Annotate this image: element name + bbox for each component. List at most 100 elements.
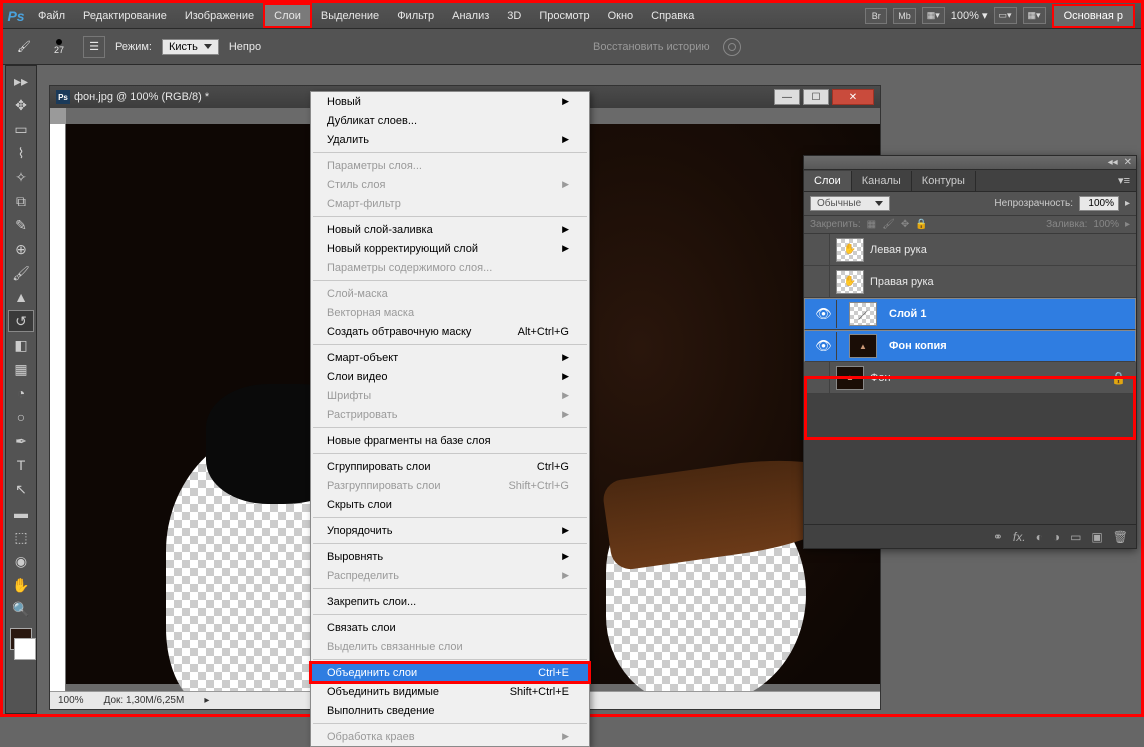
bridge-button[interactable]: Br — [865, 8, 887, 24]
menu-window[interactable]: Окно — [599, 3, 643, 28]
move-tool[interactable]: ✥ — [8, 94, 34, 116]
menu-help[interactable]: Справка — [642, 3, 703, 28]
extras-button[interactable]: ▦▾ — [1023, 7, 1046, 24]
layer-row[interactable]: 👁▲Фон копия — [804, 330, 1136, 362]
stamp-tool[interactable]: ▲ — [8, 286, 34, 308]
tab-paths[interactable]: Контуры — [912, 171, 976, 191]
shape-tool[interactable]: ▬ — [8, 502, 34, 524]
hand-tool[interactable]: ✋ — [8, 574, 34, 596]
fx-icon[interactable]: fx. — [1013, 530, 1026, 544]
menu-select[interactable]: Выделение — [312, 3, 388, 28]
panel-menu-icon[interactable]: ▾≡ — [1112, 170, 1136, 191]
delete-layer-icon[interactable]: 🗑 — [1113, 530, 1128, 544]
menu-3d[interactable]: 3D — [498, 3, 530, 28]
menu-item[interactable]: Новые фрагменты на базе слоя — [311, 431, 589, 450]
menu-item[interactable]: Новый корректирующий слой▶ — [311, 239, 589, 258]
maximize-button[interactable]: ☐ — [803, 89, 829, 105]
menu-layers[interactable]: Слои — [263, 3, 312, 28]
tab-channels[interactable]: Каналы — [852, 171, 912, 191]
lasso-tool[interactable]: ⌇ — [8, 142, 34, 164]
layer-row[interactable]: ▲Фон🔒 — [804, 362, 1136, 394]
menu-item[interactable]: Смарт-объект▶ — [311, 348, 589, 367]
visibility-toggle[interactable] — [804, 234, 830, 265]
menu-item[interactable]: Связать слои — [311, 618, 589, 637]
minimize-button[interactable]: — — [774, 89, 800, 105]
menu-view[interactable]: Просмотр — [530, 3, 598, 28]
tool-preset-icon[interactable]: 🖌 — [13, 36, 35, 58]
brush-panel-toggle[interactable]: ☰ — [83, 36, 105, 58]
menu-item[interactable]: Слои видео▶ — [311, 367, 589, 386]
status-zoom[interactable]: 100% — [58, 695, 84, 706]
heal-tool[interactable]: ⊕ — [8, 238, 34, 260]
lock-all-icon[interactable]: 🔒 — [915, 219, 927, 230]
blur-tool[interactable]: ◔ — [8, 382, 34, 404]
menu-edit[interactable]: Редактирование — [74, 3, 176, 28]
mask-icon[interactable]: ◐ — [1036, 530, 1043, 544]
link-layers-icon[interactable]: ⚭ — [993, 530, 1003, 544]
menu-item[interactable]: Новый слой-заливка▶ — [311, 220, 589, 239]
menu-image[interactable]: Изображение — [176, 3, 263, 28]
menu-file[interactable]: Файл — [29, 3, 74, 28]
collapse-icon[interactable]: ▸▸ — [8, 70, 34, 92]
layer-row[interactable]: ✋Правая рука — [804, 266, 1136, 298]
menu-item[interactable]: Новый▶ — [311, 92, 589, 111]
panel-close-icon[interactable]: ✕ — [1124, 157, 1132, 168]
menu-item[interactable]: Скрыть слои — [311, 495, 589, 514]
visibility-toggle[interactable]: 👁 — [811, 332, 837, 360]
menu-item[interactable]: Упорядочить▶ — [311, 521, 589, 540]
adjustment-icon[interactable]: ◑ — [1053, 530, 1060, 544]
menu-item[interactable]: Выполнить сведение — [311, 701, 589, 720]
brush-preset[interactable]: 27 — [45, 37, 73, 57]
menu-analysis[interactable]: Анализ — [443, 3, 498, 28]
lock-position-icon[interactable]: ✥ — [901, 219, 909, 230]
new-layer-icon[interactable]: ▣ — [1091, 530, 1102, 544]
gradient-tool[interactable]: ▦ — [8, 358, 34, 380]
history-brush-tool[interactable]: ↺ — [8, 310, 34, 332]
3d-tool[interactable]: ⬚ — [8, 526, 34, 548]
target-icon[interactable] — [723, 38, 741, 56]
layer-row[interactable]: ✋Левая рука — [804, 234, 1136, 266]
menu-item[interactable]: Объединить видимыеShift+Ctrl+E — [311, 682, 589, 701]
crop-tool[interactable]: ⧉ — [8, 190, 34, 212]
marquee-tool[interactable]: ▭ — [8, 118, 34, 140]
screen-mode-button[interactable]: ▦▾ — [922, 7, 945, 24]
menu-item[interactable]: Создать обтравочную маскуAlt+Ctrl+G — [311, 322, 589, 341]
menu-item[interactable]: Объединить слоиCtrl+E — [311, 663, 589, 682]
dodge-tool[interactable]: ○ — [8, 406, 34, 428]
workspace-switcher[interactable]: Основная р — [1052, 4, 1135, 28]
zoom-tool[interactable]: 🔍 — [8, 598, 34, 620]
opacity-field[interactable]: 100% — [1079, 196, 1119, 211]
menu-item[interactable]: Выровнять▶ — [311, 547, 589, 566]
arrange-button[interactable]: ▭▾ — [994, 7, 1017, 24]
eraser-tool[interactable]: ◧ — [8, 334, 34, 356]
group-icon[interactable]: ▭ — [1070, 530, 1081, 544]
layer-row[interactable]: 👁／Слой 1 — [804, 298, 1136, 330]
blend-mode-select[interactable]: Обычные — [810, 196, 890, 211]
wand-tool[interactable]: ✧ — [8, 166, 34, 188]
menu-item[interactable]: Закрепить слои... — [311, 592, 589, 611]
menu-item[interactable]: Сгруппировать слоиCtrl+G — [311, 457, 589, 476]
zoom-level[interactable]: 100% ▾ — [951, 9, 988, 22]
blend-mode-select[interactable]: Кисть — [162, 39, 219, 55]
lock-pixels-icon[interactable]: 🖌 — [882, 219, 895, 230]
status-docsize[interactable]: Док: 1,30M/6,25M — [104, 695, 185, 706]
visibility-toggle[interactable]: 👁 — [811, 300, 837, 328]
menu-item[interactable]: Удалить▶ — [311, 130, 589, 149]
lock-transparency-icon[interactable]: ▦ — [867, 219, 876, 230]
pen-tool[interactable]: ✒ — [8, 430, 34, 452]
fill-field[interactable]: 100% — [1093, 219, 1119, 230]
menu-item[interactable]: Дубликат слоев... — [311, 111, 589, 130]
visibility-toggle[interactable] — [804, 362, 830, 393]
mb-button[interactable]: Mb — [893, 8, 916, 24]
menu-filter[interactable]: Фильтр — [388, 3, 443, 28]
brush-tool[interactable]: 🖌 — [8, 262, 34, 284]
panel-collapse-icon[interactable]: ◂◂ — [1108, 157, 1118, 168]
tab-layers[interactable]: Слои — [804, 171, 852, 191]
visibility-toggle[interactable] — [804, 266, 830, 297]
3d-camera-tool[interactable]: ◉ — [8, 550, 34, 572]
close-button[interactable]: ✕ — [832, 89, 874, 105]
type-tool[interactable]: T — [8, 454, 34, 476]
eyedropper-tool[interactable]: ✎ — [8, 214, 34, 236]
background-color[interactable] — [14, 638, 36, 660]
path-tool[interactable]: ↖ — [8, 478, 34, 500]
